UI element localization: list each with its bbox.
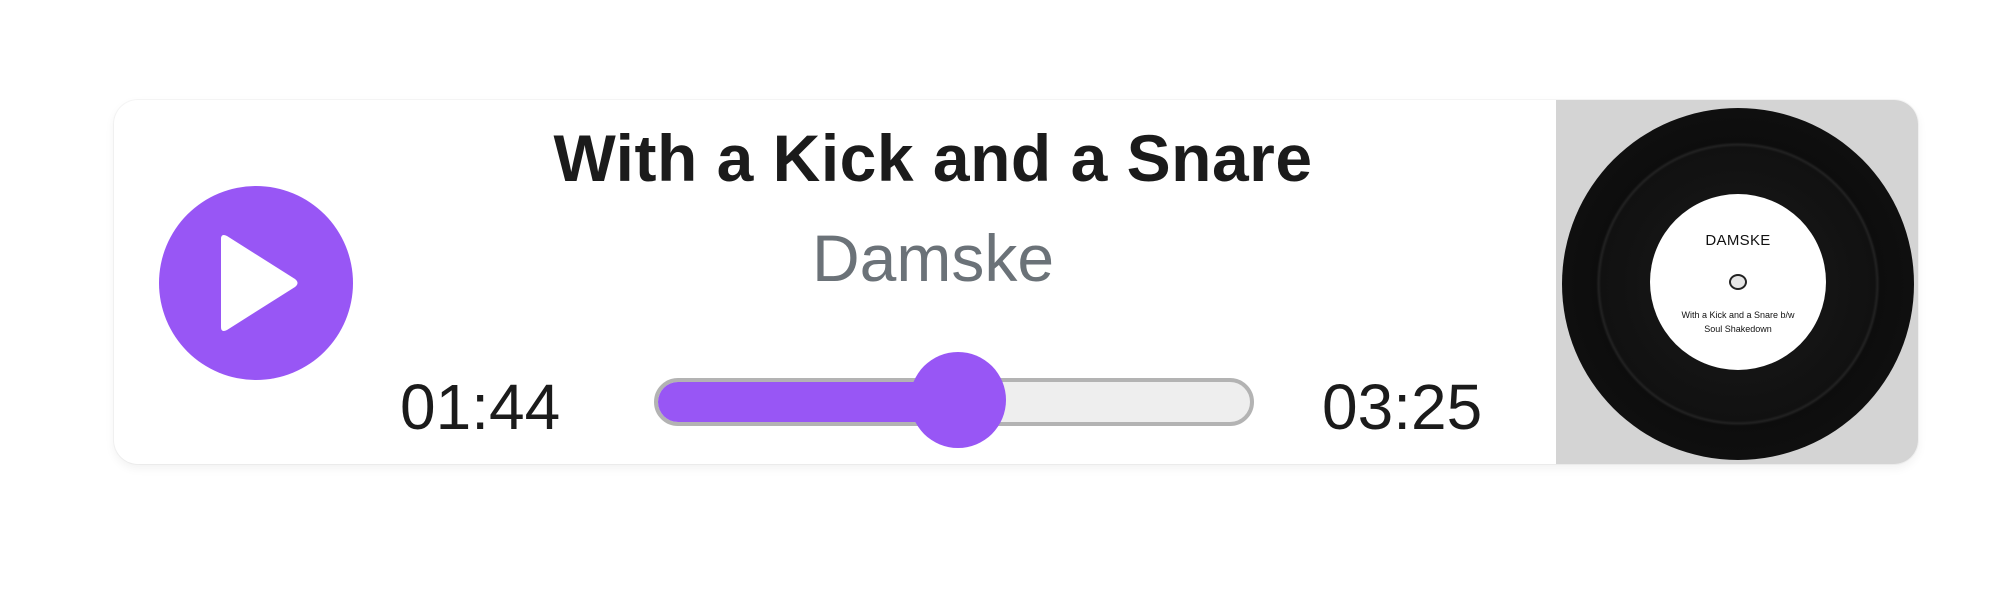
record-spindle-hole	[1729, 274, 1747, 290]
vinyl-record-image: DAMSKE With a Kick and a Snare b/w Soul …	[1562, 108, 1914, 460]
play-button[interactable]	[159, 186, 353, 380]
progress-thumb[interactable]	[910, 352, 1007, 448]
record-label: DAMSKE With a Kick and a Snare b/w Soul …	[1650, 194, 1826, 370]
elapsed-time: 01:44	[400, 371, 561, 443]
total-time: 03:25	[1322, 371, 1483, 443]
play-icon	[221, 235, 298, 331]
audio-player-card: With a Kick and a Snare Damske 01:44 03:…	[114, 100, 1918, 464]
track-artist: Damske	[811, 221, 1055, 295]
progress-slider[interactable]	[654, 352, 1254, 448]
record-label-line: With a Kick and a Snare b/w	[1681, 310, 1795, 320]
album-art: DAMSKE With a Kick and a Snare b/w Soul …	[1556, 100, 1918, 464]
record-label-line: Soul Shakedown	[1704, 324, 1772, 334]
record-label-brand: DAMSKE	[1705, 232, 1771, 249]
track-title: With a Kick and a Snare	[553, 121, 1313, 195]
